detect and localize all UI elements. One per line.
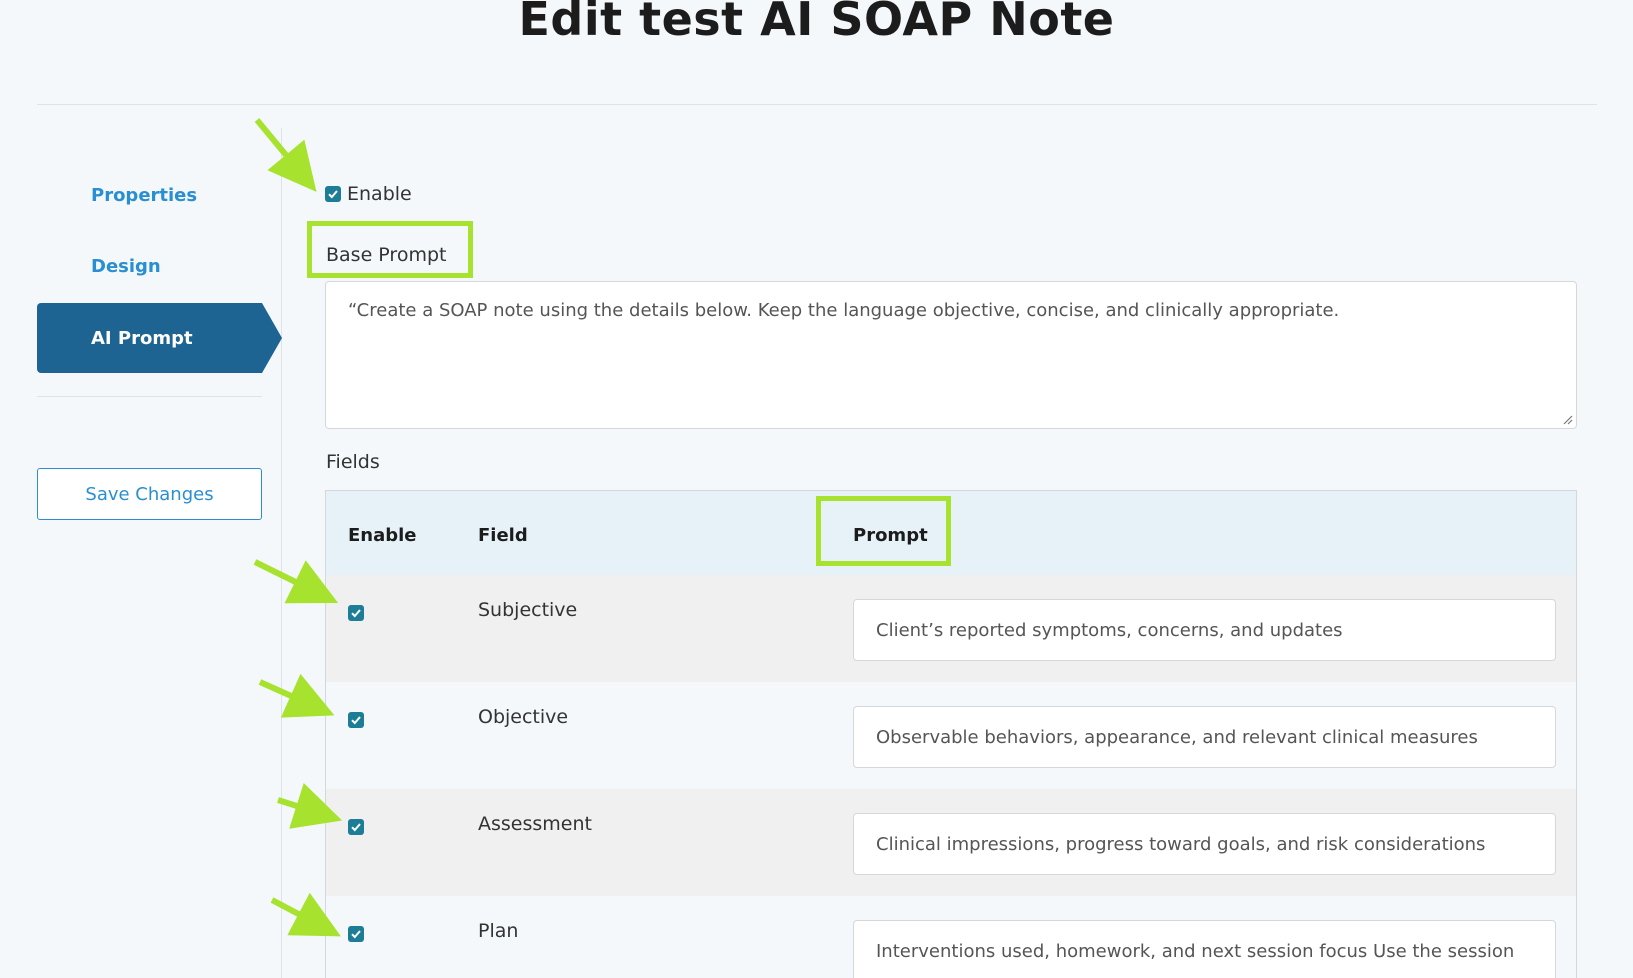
field-prompt-input[interactable] bbox=[853, 599, 1556, 661]
arrow-icon bbox=[270, 892, 341, 937]
sidebar-item-design[interactable]: Design bbox=[37, 231, 262, 301]
save-changes-button[interactable]: Save Changes bbox=[37, 468, 262, 520]
check-icon bbox=[351, 609, 361, 618]
fields-table: Enable Field Prompt Subjective Objective… bbox=[325, 490, 1577, 978]
row-enable-checkbox[interactable] bbox=[348, 605, 364, 621]
table-row: Objective bbox=[326, 682, 1576, 789]
sidebar-divider-horizontal bbox=[37, 396, 262, 397]
fields-label: Fields bbox=[326, 451, 380, 473]
check-icon bbox=[328, 190, 338, 199]
check-icon bbox=[351, 930, 361, 939]
table-row: Plan bbox=[326, 896, 1576, 978]
field-name: Subjective bbox=[478, 599, 578, 621]
row-enable-checkbox[interactable] bbox=[348, 819, 364, 835]
sidebar-item-ai-prompt[interactable]: AI Prompt bbox=[37, 303, 282, 373]
ai-enable-label: Enable bbox=[347, 183, 412, 205]
column-header-enable: Enable bbox=[348, 525, 417, 546]
column-header-field: Field bbox=[478, 525, 528, 546]
table-row: Subjective bbox=[326, 575, 1576, 682]
arrow-icon bbox=[277, 783, 343, 829]
field-prompt-input[interactable] bbox=[853, 706, 1556, 768]
row-enable-checkbox[interactable] bbox=[348, 712, 364, 728]
table-row: Assessment bbox=[326, 789, 1576, 896]
page-title: Edit test AI SOAP Note bbox=[518, 0, 1115, 46]
sidebar-item-label: AI Prompt bbox=[91, 327, 193, 349]
header-divider bbox=[37, 104, 1597, 105]
sidebar-divider bbox=[281, 128, 282, 978]
check-icon bbox=[351, 823, 361, 832]
field-name: Plan bbox=[478, 920, 519, 942]
field-prompt-input[interactable] bbox=[853, 920, 1556, 978]
resize-grip-icon[interactable] bbox=[1561, 413, 1573, 425]
field-name: Objective bbox=[478, 706, 569, 728]
sidebar-item-label: Design bbox=[91, 255, 161, 277]
sidebar-item-label: Properties bbox=[91, 184, 198, 206]
table-header: Enable Field Prompt bbox=[326, 491, 1576, 575]
column-header-prompt: Prompt bbox=[853, 525, 928, 546]
base-prompt-label: Base Prompt bbox=[326, 244, 447, 266]
field-prompt-input[interactable] bbox=[853, 813, 1556, 875]
row-enable-checkbox[interactable] bbox=[348, 926, 364, 942]
base-prompt-textarea[interactable] bbox=[325, 281, 1577, 429]
arrow-icon bbox=[258, 673, 335, 718]
sidebar-item-properties[interactable]: Properties bbox=[37, 160, 262, 230]
field-name: Assessment bbox=[478, 813, 592, 835]
ai-enable-toggle[interactable]: Enable bbox=[325, 183, 412, 205]
arrow-icon bbox=[253, 559, 339, 604]
ai-enable-checkbox[interactable] bbox=[325, 186, 341, 202]
check-icon bbox=[351, 716, 361, 725]
